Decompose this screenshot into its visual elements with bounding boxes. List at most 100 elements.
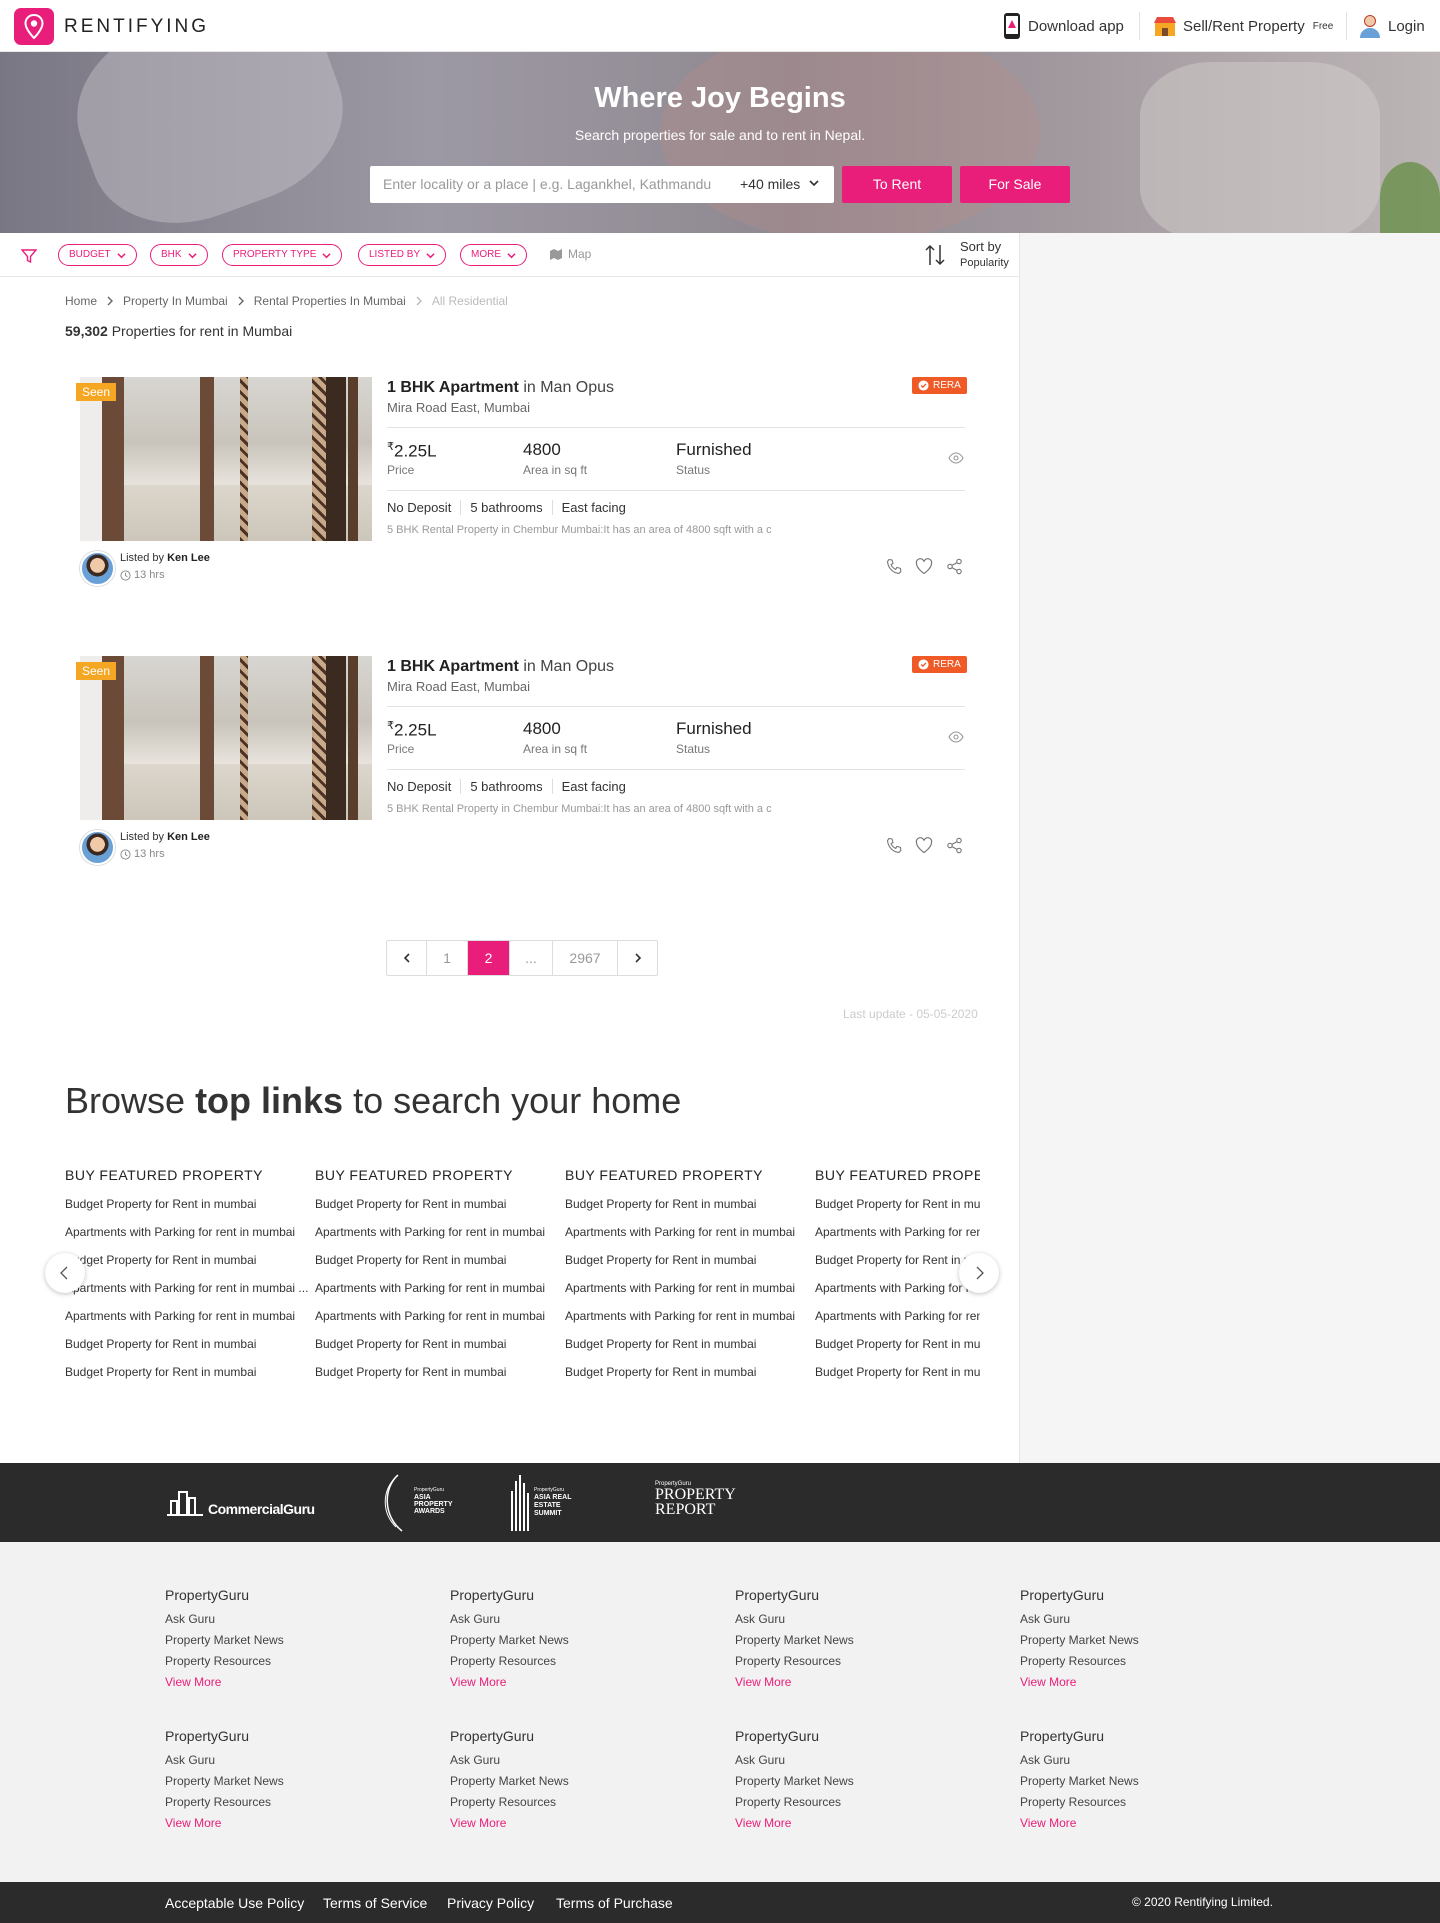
view-more-link[interactable]: View More: [450, 1675, 650, 1696]
share-icon[interactable]: [946, 558, 963, 575]
top-link[interactable]: Budget Property for Rent in mumbai: [65, 1337, 310, 1365]
top-link[interactable]: Budget Property for Rent in mumbai: [815, 1253, 980, 1281]
view-more-link[interactable]: View More: [735, 1675, 935, 1696]
listing-card[interactable]: Seen Listed by Ken Lee 13 hrs 1 BHK Apar…: [0, 656, 1019, 896]
top-link[interactable]: Budget Property for Rent in mumbai: [65, 1197, 310, 1225]
filter-chip-listed-by[interactable]: LISTED BY: [358, 244, 447, 266]
top-link[interactable]: Apartments with Parking for rent in mumb…: [565, 1225, 810, 1253]
footer-link[interactable]: Property Market News: [1020, 1774, 1220, 1795]
eye-icon[interactable]: [948, 452, 964, 464]
footer-link[interactable]: Property Market News: [735, 1774, 935, 1795]
top-link[interactable]: Apartments with Parking for rent in mumb…: [65, 1281, 310, 1309]
footer-link[interactable]: Ask Guru: [735, 1753, 935, 1774]
property-title[interactable]: 1 BHK Apartment in Man Opus: [387, 658, 614, 676]
footer-link[interactable]: Property Resources: [450, 1795, 650, 1816]
carousel-prev-button[interactable]: [45, 1253, 85, 1293]
view-more-link[interactable]: View More: [165, 1816, 365, 1837]
commercialguru-logo[interactable]: CommercialGuru: [165, 1489, 315, 1517]
footer-link[interactable]: Property Market News: [450, 1633, 650, 1654]
to-rent-button[interactable]: To Rent: [842, 166, 952, 203]
view-more-link[interactable]: View More: [1020, 1675, 1220, 1696]
filter-chip-bhk[interactable]: BHK: [150, 244, 208, 266]
property-photo[interactable]: [80, 377, 372, 541]
phone-icon[interactable]: [886, 837, 903, 854]
footer-link[interactable]: Ask Guru: [1020, 1612, 1220, 1633]
footer-link[interactable]: Ask Guru: [165, 1612, 365, 1633]
property-title[interactable]: 1 BHK Apartment in Man Opus: [387, 379, 614, 397]
page-button[interactable]: 2967: [553, 941, 618, 975]
top-link[interactable]: Apartments with Parking for rent in mumb…: [315, 1225, 560, 1253]
listing-card[interactable]: Seen Listed by Ken Lee 13 hrs 1 BHK Apar…: [0, 377, 1019, 617]
avatar[interactable]: [80, 551, 115, 586]
footer-link[interactable]: Property Market News: [165, 1774, 365, 1795]
top-link[interactable]: Apartments with Parking for rent in mumb…: [565, 1309, 810, 1337]
top-link[interactable]: Budget Property for Rent in mumbai: [565, 1365, 810, 1393]
location-search-input[interactable]: Enter locality or a place | e.g. Lagankh…: [370, 166, 834, 203]
page-button-current[interactable]: 2: [468, 941, 510, 975]
footer-link[interactable]: Property Market News: [1020, 1633, 1220, 1654]
footer-link[interactable]: Ask Guru: [450, 1612, 650, 1633]
for-sale-button[interactable]: For Sale: [960, 166, 1070, 203]
property-report-logo[interactable]: PropertyGuru PROPERTY REPORT: [655, 1481, 750, 1518]
top-link[interactable]: Apartments with Parking for rent in mumb…: [65, 1225, 310, 1253]
footer-link[interactable]: Property Market News: [450, 1774, 650, 1795]
heart-icon[interactable]: [915, 837, 933, 854]
view-more-link[interactable]: View More: [1020, 1816, 1220, 1837]
terms-of-purchase-link[interactable]: Terms of Purchase: [556, 1895, 673, 1911]
top-link[interactable]: Budget Property for Rent in mumbai: [65, 1365, 310, 1393]
footer-link[interactable]: Property Market News: [735, 1633, 935, 1654]
breadcrumb-home[interactable]: Home: [65, 294, 97, 308]
footer-link[interactable]: Property Resources: [165, 1795, 365, 1816]
top-link[interactable]: Budget Property for Rent in mumbai: [815, 1337, 980, 1365]
prev-page-button[interactable]: [387, 941, 427, 975]
privacy-policy-link[interactable]: Privacy Policy: [447, 1895, 534, 1911]
agent-name[interactable]: Ken Lee: [167, 831, 210, 843]
carousel-next-button[interactable]: [959, 1253, 999, 1293]
top-link[interactable]: Budget Property for Rent in mumbai: [315, 1365, 560, 1393]
next-page-button[interactable]: [618, 941, 657, 975]
terms-of-service-link[interactable]: Terms of Service: [323, 1895, 427, 1911]
filter-chip-budget[interactable]: BUDGET: [58, 244, 137, 266]
top-link[interactable]: Apartments with Parking for rent in mumb…: [65, 1309, 310, 1337]
view-more-link[interactable]: View More: [735, 1816, 935, 1837]
avatar[interactable]: [80, 830, 115, 865]
top-link[interactable]: Apartments with Parking for rent in mumb…: [315, 1309, 560, 1337]
top-link[interactable]: Budget Property for Rent in mumbai: [65, 1253, 310, 1281]
acceptable-use-link[interactable]: Acceptable Use Policy: [165, 1895, 304, 1911]
top-link[interactable]: Apartments with Parking for rent in mumb…: [815, 1225, 980, 1253]
top-link[interactable]: Budget Property for Rent in mumbai: [565, 1253, 810, 1281]
sell-rent-link[interactable]: Sell/Rent Property Free: [1153, 14, 1333, 38]
top-link[interactable]: Budget Property for Rent in mumbai: [315, 1253, 560, 1281]
filter-chip-property-type[interactable]: PROPERTY TYPE: [222, 244, 343, 266]
download-app-link[interactable]: Download app: [1002, 13, 1124, 39]
page-button[interactable]: 1: [427, 941, 468, 975]
view-more-link[interactable]: View More: [450, 1816, 650, 1837]
top-link[interactable]: Budget Property for Rent in mumbai: [815, 1197, 980, 1225]
footer-link[interactable]: Ask Guru: [165, 1753, 365, 1774]
filter-icon[interactable]: [21, 248, 37, 264]
footer-link[interactable]: Ask Guru: [450, 1753, 650, 1774]
top-link[interactable]: Apartments with Parking for rent in mumb…: [565, 1281, 810, 1309]
filter-chip-more[interactable]: MORE: [460, 244, 527, 266]
agent-name[interactable]: Ken Lee: [167, 552, 210, 564]
footer-link[interactable]: Ask Guru: [1020, 1753, 1220, 1774]
breadcrumb-city[interactable]: Property In Mumbai: [123, 294, 228, 308]
asia-real-estate-summit-logo[interactable]: PropertyGuru ASIA REAL ESTATE SUMMIT: [508, 1471, 588, 1533]
property-photo[interactable]: [80, 656, 372, 820]
top-link[interactable]: Budget Property for Rent in mumbai: [315, 1337, 560, 1365]
top-link[interactable]: Apartments with Parking for rent in mumb…: [815, 1309, 980, 1337]
map-toggle[interactable]: Map: [549, 247, 591, 261]
eye-icon[interactable]: [948, 731, 964, 743]
footer-link[interactable]: Ask Guru: [735, 1612, 935, 1633]
breadcrumb-rentals[interactable]: Rental Properties In Mumbai: [254, 294, 406, 308]
footer-link[interactable]: Property Resources: [735, 1795, 935, 1816]
heart-icon[interactable]: [915, 558, 933, 575]
footer-link[interactable]: Property Resources: [735, 1654, 935, 1675]
login-link[interactable]: Login: [1358, 14, 1425, 38]
top-link[interactable]: Budget Property for Rent in mumbai: [315, 1197, 560, 1225]
footer-link[interactable]: Property Resources: [450, 1654, 650, 1675]
footer-link[interactable]: Property Resources: [165, 1654, 365, 1675]
view-more-link[interactable]: View More: [165, 1675, 365, 1696]
brand-name[interactable]: RENTIFYING: [64, 16, 209, 38]
top-link[interactable]: Budget Property for Rent in mumbai: [565, 1197, 810, 1225]
